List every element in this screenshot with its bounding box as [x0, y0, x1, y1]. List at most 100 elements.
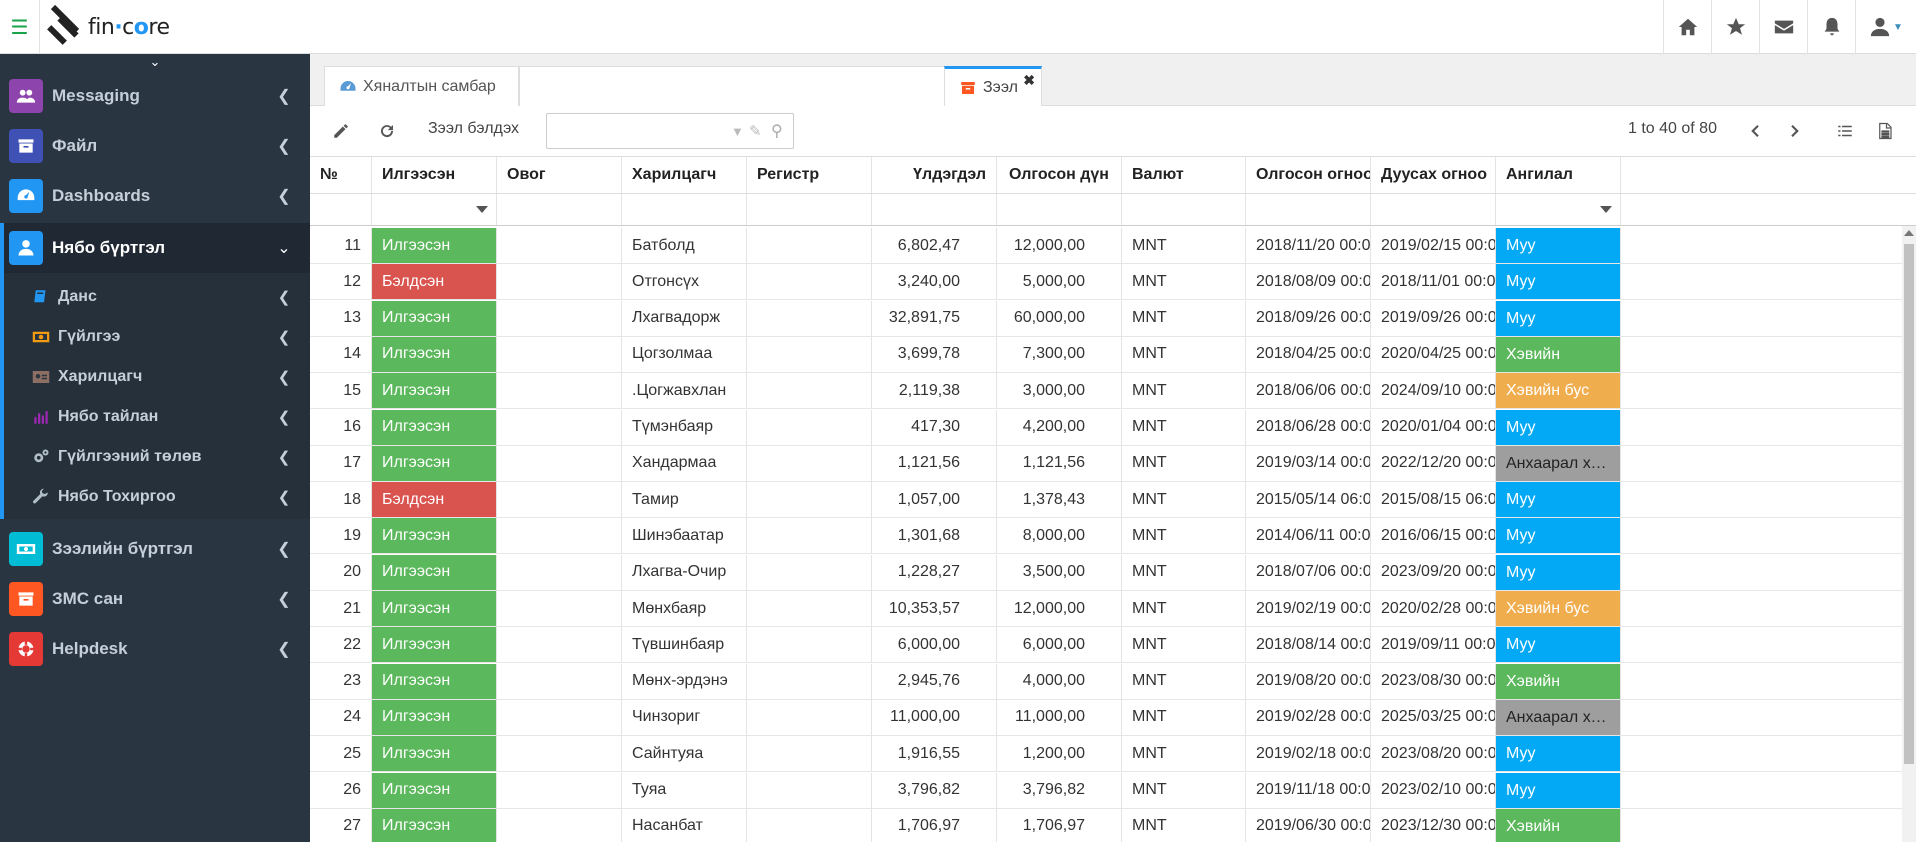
header-col-currency[interactable]: Валют	[1122, 157, 1246, 193]
refresh-icon	[381, 125, 394, 138]
sidebar-subitem-nyabo-tailan[interactable]: Нябо тайлан ❮	[4, 397, 310, 437]
cell-end-date: 2019/02/15 00:00	[1371, 228, 1496, 263]
app-logo[interactable]: fin·core	[47, 4, 170, 46]
edit-button[interactable]	[326, 116, 356, 146]
filter-col-sent[interactable]	[372, 194, 497, 225]
sidebar-subitem-kharilcagch[interactable]: Харилцагч ❮	[4, 357, 310, 397]
header-col-sent[interactable]: Илгээсэн	[372, 157, 497, 193]
table-row[interactable]: 20 Илгээсэн Лхагва-Очир 1,228,27 3,500,00 MNT…	[310, 554, 1916, 591]
header-col-surname[interactable]: Овог	[497, 157, 622, 193]
tab-loan[interactable]: Зээл ✖	[944, 66, 1042, 106]
filter-col-start-date[interactable]	[1246, 194, 1371, 225]
cell-balance: 1,916,55	[872, 736, 997, 772]
header-col-number[interactable]: №	[310, 157, 372, 193]
header-col-start-date[interactable]: Олгосон огноо	[1246, 157, 1371, 193]
chevron-left-icon: ❮	[277, 541, 291, 558]
tab-blank[interactable]	[519, 66, 947, 106]
chevron-down-icon[interactable]	[1600, 206, 1612, 213]
eraser-icon[interactable]: ✎	[749, 122, 762, 140]
filter-col-currency[interactable]	[1122, 194, 1246, 225]
search-icon[interactable]: ⚲	[771, 121, 783, 141]
collapse-chevron-icon[interactable]: ⌄	[145, 54, 165, 70]
table-row[interactable]: 25 Илгээсэн Сайнтуяа 1,916,55 1,200,00 MNT 201…	[310, 736, 1916, 773]
dropdown-icon[interactable]: ▼	[731, 124, 744, 139]
filter-col-customer[interactable]	[622, 194, 747, 225]
cell-sent: Илгээсэн	[372, 409, 497, 445]
table-row[interactable]: 14 Илгээсэн Цогзолмаа 3,699,78 7,300,00 MNT 20…	[310, 336, 1916, 373]
table-row[interactable]: 24 Илгээсэн Чинзориг 11,000,00 11,000,00 MNT 2…	[310, 699, 1916, 736]
cell-customer: Батболд	[622, 228, 747, 263]
bell-icon[interactable]	[1807, 0, 1855, 54]
header-col-category[interactable]: Ангилал	[1496, 157, 1621, 193]
table-row[interactable]: 18 Бэлдсэн Тамир 1,057,00 1,378,43 MNT 2015/05…	[310, 482, 1916, 519]
money-icon	[9, 532, 43, 566]
tab-dashboard[interactable]: Хяналтын самбар	[324, 66, 519, 106]
cell-number: 17	[310, 445, 372, 481]
sidebar-item-nyabo-burtgel[interactable]: Нябо бүртгэл ⌄	[0, 223, 310, 273]
table-row[interactable]: 15 Илгээсэн .Цогжавхлан 2,119,38 3,000,00 MNT…	[310, 373, 1916, 410]
filter-col-amount[interactable]	[997, 194, 1122, 225]
envelope-icon[interactable]	[1759, 0, 1807, 54]
cell-customer: Хандармаа	[622, 445, 747, 481]
table-row[interactable]: 26 Илгээсэн Туяа 3,796,82 3,796,82 MNT 2019/11…	[310, 772, 1916, 809]
table-row[interactable]: 27 Илгээсэн Насанбат 1,706,97 1,706,97 MNT 201…	[310, 808, 1916, 842]
top-bar: ☰ fin·core ▼	[0, 0, 1916, 54]
chevron-down-icon[interactable]	[476, 206, 488, 213]
vertical-scrollbar[interactable]	[1902, 226, 1916, 842]
menu-toggle-icon[interactable]: ☰	[0, 0, 40, 54]
table-row[interactable]: 23 Илгээсэн Мөнх-эрдэнэ 2,945,76 4,000,00 MNT…	[310, 663, 1916, 700]
prev-page-button[interactable]	[1740, 116, 1770, 146]
table-row[interactable]: 21 Илгээсэн Мөнхбаяр 10,353,57 12,000,00 MNT 2…	[310, 591, 1916, 627]
table-row[interactable]: 13 Илгээсэн Лхагвадорж 32,891,75 60,000,00 MN…	[310, 300, 1916, 337]
search-field[interactable]: ▼ ✎ ⚲	[546, 113, 794, 149]
table-row[interactable]: 11 Илгээсэн Батболд 6,802,47 12,000,00 MNT 201…	[310, 228, 1916, 264]
header-col-customer[interactable]: Харилцагч	[622, 157, 747, 193]
table-row[interactable]: 22 Илгээсэн Түвшинбаяр 6,000,00 6,000,00 MNT 2…	[310, 627, 1916, 664]
cell-balance: 1,121,56	[872, 445, 997, 481]
header-col-balance[interactable]: Үлдэгдэл	[872, 157, 997, 193]
refresh-button[interactable]	[372, 116, 402, 146]
header-col-register[interactable]: Регистр	[747, 157, 872, 193]
table-row[interactable]: 16 Илгээсэн Түмэнбаяр 417,30 4,200,00 MNT 2018…	[310, 409, 1916, 446]
export-button[interactable]	[1870, 116, 1900, 146]
user-icon[interactable]: ▼	[1855, 0, 1916, 54]
star-icon[interactable]	[1711, 0, 1759, 54]
chevron-left-icon: ❮	[277, 449, 291, 466]
cell-number: 12	[310, 264, 372, 300]
filter-col-end-date[interactable]	[1371, 194, 1496, 225]
scrollbar-thumb[interactable]	[1904, 244, 1914, 764]
cell-sent: Илгээсэн	[372, 699, 497, 735]
sidebar-subitem-guilgee[interactable]: Гүйлгээ ❮	[4, 317, 310, 357]
next-page-button[interactable]	[1780, 116, 1810, 146]
header-col-end-date[interactable]: Дуусах огноо	[1371, 157, 1496, 193]
table-row[interactable]: 12 Бэлдсэн Отгонсүх 3,240,00 5,000,00 MNT 2018…	[310, 264, 1916, 301]
scroll-up-icon[interactable]	[1904, 230, 1914, 236]
close-icon[interactable]: ✖	[1023, 72, 1035, 89]
table-row[interactable]: 19 Илгээсэн Шинэбаатар 1,301,68 8,000,00 MNT 2…	[310, 518, 1916, 555]
sidebar-subitem-guilgeenii-tolov[interactable]: Гүйлгээний төлөв ❮	[4, 437, 310, 477]
filter-col-balance[interactable]	[872, 194, 997, 225]
chevron-left-icon	[1751, 125, 1759, 137]
filter-col-category[interactable]	[1496, 194, 1621, 225]
filter-col-surname[interactable]	[497, 194, 622, 225]
sidebar-item-messaging[interactable]: Messaging ❮	[0, 71, 310, 121]
pager-info: 1 to 40 of 80	[1628, 120, 1717, 137]
user-icon	[9, 231, 43, 265]
cell-customer: Цогзолмаа	[622, 336, 747, 372]
sidebar-subitem-nyabo-tohirgoo[interactable]: Нябо Тохиргоо ❮	[4, 477, 310, 517]
table-row[interactable]: 17 Илгээсэн Хандармаа 1,121,56 1,121,56 MNT 20…	[310, 445, 1916, 482]
filter-col-register[interactable]	[747, 194, 872, 225]
list-view-button[interactable]	[1830, 116, 1860, 146]
sidebar-item-dashboards[interactable]: Dashboards ❮	[0, 171, 310, 221]
sidebar-subitem-dans[interactable]: Данс ❮	[4, 277, 310, 317]
sidebar-item-zeeliin-burtgel[interactable]: Зээлийн бүртгэл ❮	[0, 524, 310, 574]
search-input[interactable]	[553, 118, 727, 146]
home-icon[interactable]	[1663, 0, 1711, 54]
sidebar-item-zms-san[interactable]: ЗМС сан ❮	[0, 574, 310, 624]
filter-col-number[interactable]	[310, 194, 372, 225]
sidebar-subitem-label: Гүйлгээний төлөв	[58, 448, 202, 465]
sidebar-item-helpdesk[interactable]: Helpdesk ❮	[0, 624, 310, 674]
sidebar-item-file[interactable]: Файл ❮	[0, 121, 310, 171]
header-col-amount[interactable]: Олгосон дүн	[997, 157, 1122, 193]
cell-number: 13	[310, 300, 372, 336]
